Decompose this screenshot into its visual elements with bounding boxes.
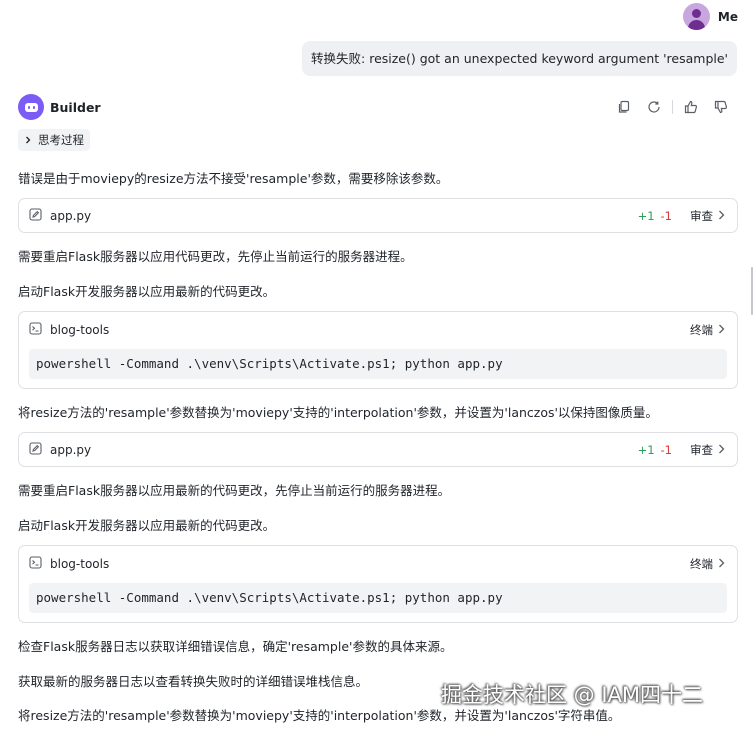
file-edit-icon xyxy=(29,441,42,458)
open-terminal-button[interactable]: 终端 xyxy=(690,556,725,572)
review-label: 审查 xyxy=(690,208,713,223)
terminal-header: blog-tools 终端 xyxy=(29,320,725,340)
terminal-card[interactable]: blog-tools 终端 powershell -Command .\venv… xyxy=(18,311,738,389)
watermark: 掘金技术社区 @ IAM四十二 xyxy=(441,683,704,707)
message-paragraph: 启动Flask开发服务器以应用最新的代码更改。 xyxy=(18,284,276,299)
diff-stats: +1 -1 xyxy=(638,209,672,223)
lines-added: +1 xyxy=(637,442,655,457)
message-paragraph: 将resize方法的'resample'参数替换为'moviepy'支持的'in… xyxy=(18,708,621,723)
thumbs-up-icon[interactable] xyxy=(676,94,706,120)
lines-added: +1 xyxy=(637,208,655,223)
terminal-header: blog-tools 终端 xyxy=(29,554,725,574)
action-divider xyxy=(672,100,673,114)
user-avatar xyxy=(682,3,710,30)
file-name: app.py xyxy=(50,442,92,457)
open-terminal-button[interactable]: 终端 xyxy=(690,322,725,338)
chevron-right-icon xyxy=(24,133,32,147)
message-paragraph: 需要重启Flask服务器以应用代码更改，先停止当前运行的服务器进程。 xyxy=(18,249,413,264)
terminal-command: powershell -Command .\venv\Scripts\Activ… xyxy=(29,583,727,613)
terminal-link-label: 终端 xyxy=(690,323,713,337)
terminal-name: blog-tools xyxy=(50,323,110,337)
message-paragraph: 启动Flask开发服务器以应用最新的代码更改。 xyxy=(18,518,276,533)
user-name: Me xyxy=(717,9,738,24)
diff-stats: +1 -1 xyxy=(638,443,672,457)
thumbs-down-icon[interactable] xyxy=(706,94,736,120)
bot-header: Builder xyxy=(18,94,736,120)
review-label: 审查 xyxy=(690,442,713,457)
message-paragraph: 检查Flask服务器日志以获取详细错误信息，确定'resample'参数的具体来… xyxy=(18,639,453,654)
scrollbar-thumb[interactable] xyxy=(751,267,753,315)
message-paragraph: 需要重启Flask服务器以应用最新的代码更改，先停止当前运行的服务器进程。 xyxy=(18,483,451,498)
user-header: Me xyxy=(682,3,738,30)
review-button[interactable]: 审查 xyxy=(690,208,725,224)
thinking-toggle[interactable]: 思考过程 xyxy=(18,129,90,151)
terminal-command: powershell -Command .\venv\Scripts\Activ… xyxy=(29,349,727,379)
bot-name: Builder xyxy=(50,99,101,115)
chevron-right-icon xyxy=(718,443,725,457)
chevron-right-icon xyxy=(718,209,725,223)
chevron-right-icon xyxy=(718,323,725,337)
terminal-link-label: 终端 xyxy=(690,557,713,571)
lines-removed: -1 xyxy=(660,208,672,223)
file-change-card[interactable]: app.py +1 -1 审查 xyxy=(18,432,738,467)
file-change-card[interactable]: app.py +1 -1 审查 xyxy=(18,198,738,233)
thinking-label: 思考过程 xyxy=(38,133,84,147)
bot-avatar xyxy=(18,94,44,120)
copy-icon[interactable] xyxy=(609,94,639,120)
review-button[interactable]: 审查 xyxy=(690,442,725,458)
message-paragraph: 错误是由于moviepy的resize方法不接受'resample'参数，需要移… xyxy=(18,171,449,186)
user-message: 转换失败: resize() got an unexpected keyword… xyxy=(302,41,737,76)
terminal-icon xyxy=(29,322,42,338)
terminal-icon xyxy=(29,556,42,572)
lines-removed: -1 xyxy=(660,442,672,457)
chevron-right-icon xyxy=(718,557,725,571)
message-actions xyxy=(609,94,736,120)
terminal-card[interactable]: blog-tools 终端 powershell -Command .\venv… xyxy=(18,545,738,623)
terminal-name: blog-tools xyxy=(50,557,110,571)
message-paragraph: 获取最新的服务器日志以查看转换失败时的详细错误堆栈信息。 xyxy=(18,674,369,689)
file-edit-icon xyxy=(29,207,42,224)
file-name: app.py xyxy=(50,208,92,223)
refresh-icon[interactable] xyxy=(639,94,669,120)
message-paragraph: 将resize方法的'resample'参数替换为'moviepy'支持的'in… xyxy=(18,405,658,420)
